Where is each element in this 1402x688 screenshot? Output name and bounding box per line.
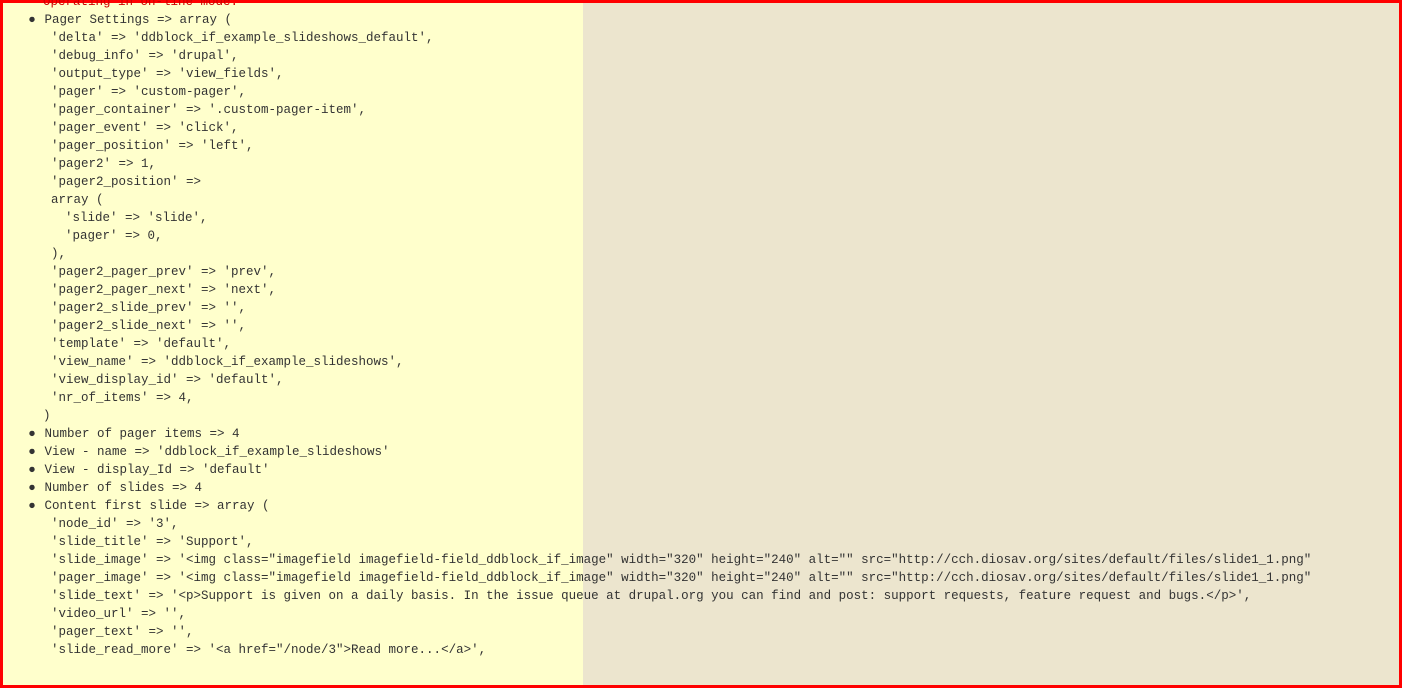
debug-content: Operating in on-line mode. ● Pager Setti… bbox=[3, 3, 1311, 659]
debug-line: 'slide_text' => '<p>Support is given on … bbox=[3, 587, 1311, 605]
debug-line: 'slide_title' => 'Support', bbox=[3, 533, 1311, 551]
line-text: View - display_Id => 'default' bbox=[37, 463, 270, 477]
debug-line: 'slide_read_more' => '<a href="/node/3">… bbox=[3, 641, 1311, 659]
debug-line: 'pager_position' => 'left', bbox=[3, 137, 1311, 155]
bullet-icon: ● bbox=[27, 479, 37, 497]
debug-line: ● View - name => 'ddblock_if_example_sli… bbox=[3, 443, 1311, 461]
debug-line: ● Number of slides => 4 bbox=[3, 479, 1311, 497]
debug-line: 'pager_image' => '<img class="imagefield… bbox=[3, 569, 1311, 587]
debug-line: ), bbox=[3, 245, 1311, 263]
line-text: Pager Settings => array ( bbox=[37, 13, 232, 27]
debug-line: ● View - display_Id => 'default' bbox=[3, 461, 1311, 479]
bullet-icon: ● bbox=[27, 443, 37, 461]
debug-line: 'node_id' => '3', bbox=[3, 515, 1311, 533]
debug-line: 'pager2_position' => bbox=[3, 173, 1311, 191]
debug-line: 'pager_text' => '', bbox=[3, 623, 1311, 641]
debug-line: array ( bbox=[3, 191, 1311, 209]
line-text: View - name => 'ddblock_if_example_slide… bbox=[37, 445, 390, 459]
debug-line: ● Number of pager items => 4 bbox=[3, 425, 1311, 443]
debug-line: 'output_type' => 'view_fields', bbox=[3, 65, 1311, 83]
truncated-line: Operating in on-line mode. bbox=[3, 0, 1311, 11]
debug-line: 'debug_info' => 'drupal', bbox=[3, 47, 1311, 65]
debug-line: ● Pager Settings => array ( bbox=[3, 11, 1311, 29]
debug-line: 'pager2_pager_prev' => 'prev', bbox=[3, 263, 1311, 281]
debug-line: 'pager2' => 1, bbox=[3, 155, 1311, 173]
line-text: Number of pager items => 4 bbox=[37, 427, 240, 441]
debug-line: ) bbox=[3, 407, 1311, 425]
debug-line: 'pager2_slide_prev' => '', bbox=[3, 299, 1311, 317]
debug-line: 'pager' => 'custom-pager', bbox=[3, 83, 1311, 101]
line-text: Content first slide => array ( bbox=[37, 499, 270, 513]
debug-line: 'nr_of_items' => 4, bbox=[3, 389, 1311, 407]
debug-line: ● Content first slide => array ( bbox=[3, 497, 1311, 515]
debug-line: 'pager_container' => '.custom-pager-item… bbox=[3, 101, 1311, 119]
debug-line: 'pager_event' => 'click', bbox=[3, 119, 1311, 137]
bullet-icon: ● bbox=[27, 425, 37, 443]
debug-line: 'view_name' => 'ddblock_if_example_slide… bbox=[3, 353, 1311, 371]
debug-line: 'video_url' => '', bbox=[3, 605, 1311, 623]
debug-line: 'delta' => 'ddblock_if_example_slideshow… bbox=[3, 29, 1311, 47]
debug-line: 'slide' => 'slide', bbox=[3, 209, 1311, 227]
line-text: Number of slides => 4 bbox=[37, 481, 202, 495]
debug-line: 'pager2_pager_next' => 'next', bbox=[3, 281, 1311, 299]
debug-line: 'template' => 'default', bbox=[3, 335, 1311, 353]
debug-line: 'slide_image' => '<img class="imagefield… bbox=[3, 551, 1311, 569]
debug-line: 'view_display_id' => 'default', bbox=[3, 371, 1311, 389]
bullet-icon: ● bbox=[27, 461, 37, 479]
debug-output-page: Operating in on-line mode. ● Pager Setti… bbox=[3, 3, 1399, 685]
bullet-icon: ● bbox=[27, 11, 37, 29]
debug-line: 'pager2_slide_next' => '', bbox=[3, 317, 1311, 335]
bullet-icon: ● bbox=[27, 497, 37, 515]
debug-line: 'pager' => 0, bbox=[3, 227, 1311, 245]
